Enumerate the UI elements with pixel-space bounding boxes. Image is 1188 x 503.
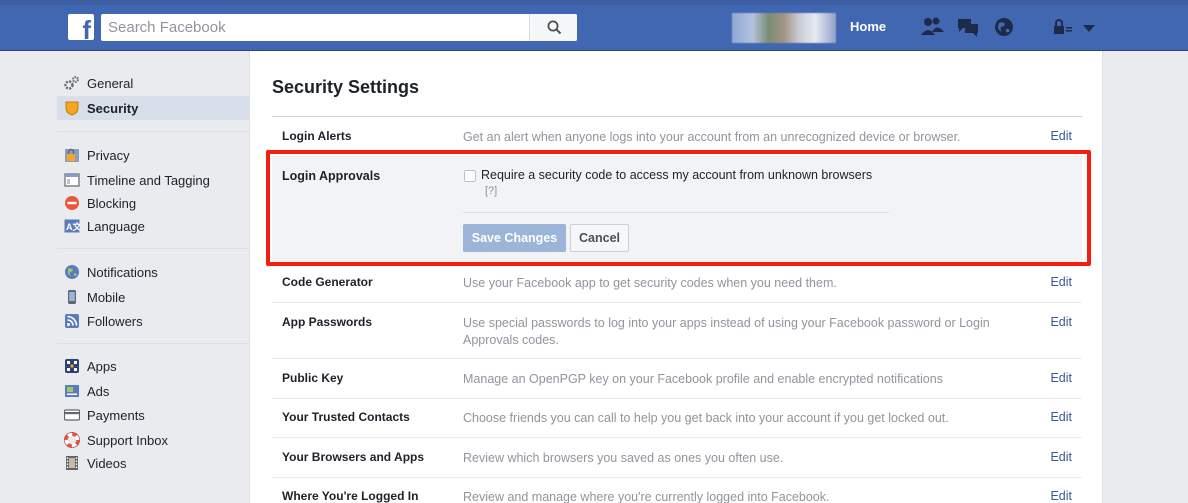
sidebar-item-apps[interactable]: Apps bbox=[57, 354, 249, 378]
sidebar-item-privacy[interactable]: Privacy bbox=[57, 143, 249, 167]
sidebar-item-ads[interactable]: Ads bbox=[57, 379, 249, 403]
settings-row-where-logged-in[interactable]: Where You're Logged In Review and manage… bbox=[272, 477, 1082, 503]
facebook-logo[interactable]: f bbox=[68, 14, 94, 40]
sidebar-item-label: Security bbox=[87, 101, 139, 116]
language-icon: A文 bbox=[64, 218, 82, 234]
sidebar-item-label: Language bbox=[87, 219, 145, 234]
ads-icon bbox=[64, 383, 80, 399]
sidebar-item-support-inbox[interactable]: Support Inbox bbox=[57, 428, 249, 452]
security-settings-panel: Security Settings Login Alerts Get an al… bbox=[249, 51, 1103, 503]
search-icon bbox=[547, 20, 562, 35]
profile-avatar[interactable] bbox=[732, 13, 836, 43]
setting-description: Review which browsers you saved as ones … bbox=[463, 451, 784, 465]
sidebar-item-language[interactable]: A文 Language bbox=[57, 214, 249, 238]
setting-description: Choose friends you can call to help you … bbox=[463, 411, 949, 425]
require-security-code-checkbox[interactable] bbox=[464, 170, 476, 182]
rss-icon bbox=[64, 313, 80, 329]
settings-row-trusted-contacts[interactable]: Your Trusted Contacts Choose friends you… bbox=[272, 398, 1082, 438]
settings-row-public-key[interactable]: Public Key Manage an OpenPGP key on your… bbox=[272, 359, 1082, 399]
friend-requests-icon[interactable] bbox=[919, 15, 945, 39]
home-link[interactable]: Home bbox=[850, 19, 886, 34]
edit-link[interactable]: Edit bbox=[1050, 410, 1072, 424]
sidebar-item-label: Videos bbox=[87, 456, 127, 471]
chevron-down-icon[interactable] bbox=[1076, 15, 1096, 39]
help-link[interactable]: [?] bbox=[485, 185, 497, 197]
notifications-globe-icon[interactable] bbox=[991, 15, 1017, 39]
edit-link[interactable]: Edit bbox=[1050, 450, 1072, 464]
edit-link[interactable]: Edit bbox=[1050, 275, 1072, 289]
block-icon bbox=[64, 195, 80, 211]
sidebar-item-general[interactable]: General bbox=[57, 71, 249, 95]
setting-label: Your Trusted Contacts bbox=[282, 410, 410, 424]
setting-description: Get an alert when anyone logs into your … bbox=[463, 130, 961, 144]
sidebar-item-payments[interactable]: Payments bbox=[57, 403, 249, 427]
top-bar-stripe bbox=[0, 0, 1188, 5]
sidebar-item-label: Mobile bbox=[87, 290, 126, 305]
gear-icon bbox=[64, 75, 80, 91]
sidebar-item-videos[interactable]: Videos bbox=[57, 451, 249, 475]
sidebar-item-label: Blocking bbox=[87, 196, 137, 211]
timeline-icon bbox=[64, 172, 80, 188]
mobile-icon bbox=[64, 289, 80, 305]
sidebar-item-label: Apps bbox=[87, 359, 117, 374]
cancel-button[interactable]: Cancel bbox=[570, 224, 629, 252]
setting-description: Use your Facebook app to get security co… bbox=[463, 276, 837, 290]
edit-link[interactable]: Edit bbox=[1050, 371, 1072, 385]
settings-row-login-approvals-expanded: Login Approvals Require a security code … bbox=[272, 157, 1082, 263]
facebook-logo-letter: f bbox=[82, 15, 91, 40]
sidebar-item-mobile[interactable]: Mobile bbox=[57, 285, 249, 309]
setting-label: Public Key bbox=[282, 371, 344, 385]
sidebar-item-label: Ads bbox=[87, 384, 110, 399]
sidebar-divider bbox=[57, 248, 249, 249]
sidebar-item-label: Notifications bbox=[87, 265, 158, 280]
setting-label: Where You're Logged In bbox=[282, 489, 419, 503]
sidebar-item-blocking[interactable]: Blocking bbox=[57, 191, 249, 215]
setting-label: Code Generator bbox=[282, 275, 373, 289]
edit-link[interactable]: Edit bbox=[1050, 315, 1072, 329]
top-navigation-bar: f Home bbox=[0, 0, 1188, 51]
sidebar-item-timeline-and-tagging[interactable]: Timeline and Tagging bbox=[57, 168, 249, 192]
privacy-lock-icon bbox=[64, 147, 80, 163]
edit-link[interactable]: Edit bbox=[1050, 129, 1072, 143]
search-button[interactable] bbox=[529, 14, 577, 41]
settings-row-code-generator[interactable]: Code Generator Use your Facebook app to … bbox=[272, 263, 1082, 303]
setting-description: Manage an OpenPGP key on your Facebook p… bbox=[463, 372, 943, 386]
setting-description: Review and manage where you're currently… bbox=[463, 490, 830, 503]
search-input[interactable] bbox=[101, 14, 529, 41]
setting-label: Login Approvals bbox=[282, 169, 381, 183]
settings-row-browsers-and-apps[interactable]: Your Browsers and Apps Review which brow… bbox=[272, 438, 1082, 478]
search-box bbox=[101, 14, 577, 41]
setting-description: Use special passwords to log into your a… bbox=[463, 316, 990, 347]
sidebar-item-security[interactable]: Security bbox=[57, 96, 249, 120]
svg-text:A文: A文 bbox=[66, 221, 80, 232]
edit-link[interactable]: Edit bbox=[1050, 489, 1072, 503]
credit-card-icon bbox=[63, 407, 81, 423]
messages-icon[interactable] bbox=[955, 15, 981, 39]
settings-row-app-passwords[interactable]: App Passwords Use special passwords to l… bbox=[272, 303, 1082, 359]
sidebar-item-label: Privacy bbox=[87, 148, 130, 163]
globe-icon bbox=[64, 264, 80, 280]
settings-row-login-alerts[interactable]: Login Alerts Get an alert when anyone lo… bbox=[272, 117, 1082, 157]
setting-label: Login Alerts bbox=[282, 129, 352, 143]
form-divider bbox=[463, 212, 889, 213]
page-title: Security Settings bbox=[272, 77, 420, 97]
sidebar-item-followers[interactable]: Followers bbox=[57, 309, 249, 333]
sidebar-item-label: Followers bbox=[87, 314, 143, 329]
sidebar-item-label: General bbox=[87, 76, 134, 91]
sidebar-divider bbox=[57, 343, 249, 344]
apps-icon bbox=[64, 358, 80, 374]
sidebar-item-label: Timeline and Tagging bbox=[87, 173, 210, 188]
sidebar-item-notifications[interactable]: Notifications bbox=[57, 260, 249, 284]
sidebar-divider bbox=[57, 131, 249, 132]
privacy-lock-icon[interactable] bbox=[1052, 15, 1078, 39]
setting-label: Your Browsers and Apps bbox=[282, 450, 425, 464]
sidebar-item-label: Payments bbox=[87, 408, 145, 423]
sidebar-item-label: Support Inbox bbox=[87, 433, 168, 448]
film-icon bbox=[64, 455, 80, 471]
checkbox-label[interactable]: Require a security code to access my acc… bbox=[481, 168, 872, 182]
lifebuoy-icon bbox=[64, 432, 80, 448]
shield-icon bbox=[64, 100, 80, 116]
setting-label: App Passwords bbox=[282, 315, 373, 329]
save-changes-button[interactable]: Save Changes bbox=[463, 224, 566, 252]
